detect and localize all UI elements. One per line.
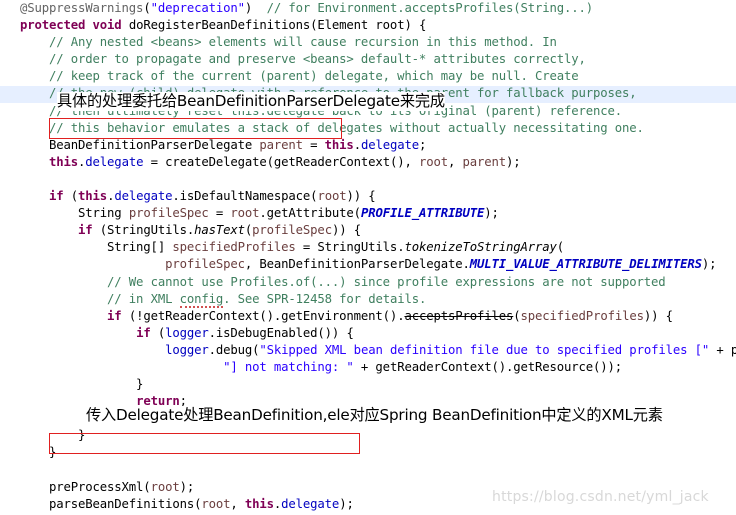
token-static-method: tokenizeToStringArray xyxy=(404,240,557,255)
code-line[interactable]: // We cannot use Profiles.of(...) since … xyxy=(0,274,736,291)
code-line[interactable]: } xyxy=(0,376,736,393)
code-editor-viewport[interactable]: @SuppressWarnings("deprecation") // for … xyxy=(0,0,736,515)
code-line[interactable]: } xyxy=(0,427,736,444)
code-line[interactable]: BeanDefinitionParserDelegate parent = th… xyxy=(0,137,736,154)
token-comment: // We cannot use Profiles.of(...) since … xyxy=(107,274,666,289)
code-line[interactable]: if (StringUtils.hasText(profileSpec)) { xyxy=(0,222,736,239)
code-line[interactable]: logger.debug("Skipped XML bean definitio… xyxy=(0,342,736,359)
code-line[interactable]: this.delegate = createDelegate(getReader… xyxy=(0,154,736,171)
token-comment: // order to propagate and preserve <bean… xyxy=(49,52,586,67)
code-line[interactable]: } xyxy=(0,444,736,461)
token-string: "Skipped XML bean definition file due to… xyxy=(259,342,710,357)
code-line[interactable]: // order to propagate and preserve <bean… xyxy=(0,51,736,68)
token-comment: // this behavior emulates a stack of del… xyxy=(49,120,644,135)
token-comment: // in XML config. See SPR-12458 for deta… xyxy=(107,291,427,308)
code-line[interactable]: // this behavior emulates a stack of del… xyxy=(0,120,736,137)
code-line[interactable]: // keep track of the current (parent) de… xyxy=(0,68,736,85)
code-line[interactable]: profileSpec, BeanDefinitionParserDelegat… xyxy=(0,256,736,273)
token-field: logger xyxy=(165,325,209,340)
code-line[interactable] xyxy=(0,171,736,188)
code-line[interactable]: if (!getReaderContext().getEnvironment()… xyxy=(0,308,736,325)
token-field: delegate xyxy=(281,496,340,511)
code-line[interactable]: // Any nested <beans> elements will caus… xyxy=(0,34,736,51)
token-comment: // keep track of the current (parent) de… xyxy=(49,69,579,84)
spellcheck-underline: config xyxy=(179,291,224,308)
code-line[interactable]: if (this.delegate.isDefaultNamespace(roo… xyxy=(0,188,736,205)
code-line[interactable]: "] not matching: " + getReaderContext().… xyxy=(0,359,736,376)
token-static-field: MULTI_VALUE_ATTRIBUTE_DELIMITERS xyxy=(469,257,702,272)
token-static-field: PROFILE_ATTRIBUTE xyxy=(360,206,485,221)
annotation-note-parse: 传入Delegate处理BeanDefinition,ele对应Spring B… xyxy=(86,406,663,425)
code-line[interactable]: @SuppressWarnings("deprecation") // for … xyxy=(0,0,736,17)
code-line[interactable]: String profileSpec = root.getAttribute(P… xyxy=(0,205,736,222)
watermark-url: https://blog.csdn.net/yml_jack xyxy=(492,489,709,505)
token-field: delegate xyxy=(85,154,144,169)
token-string: "] not matching: " xyxy=(223,359,354,374)
code-line[interactable] xyxy=(0,462,736,479)
code-line[interactable]: String[] specifiedProfiles = StringUtils… xyxy=(0,239,736,256)
token-field: delegate xyxy=(360,137,419,152)
token-deprecated-method: acceptsProfiles xyxy=(404,308,514,323)
code-line[interactable]: if (logger.isDebugEnabled()) { xyxy=(0,325,736,342)
token-field: delegate xyxy=(114,189,173,204)
token-comment: // for Environment.acceptsProfiles(Strin… xyxy=(266,1,594,15)
code-lines-container[interactable]: @SuppressWarnings("deprecation") // for … xyxy=(0,0,736,515)
token-comment: // Any nested <beans> elements will caus… xyxy=(49,35,557,50)
code-line[interactable]: // in XML config. See SPR-12458 for deta… xyxy=(0,291,736,308)
token-field: logger xyxy=(165,342,209,357)
token-annotation: @SuppressWarnings xyxy=(20,1,144,15)
code-line[interactable]: protected void doRegisterBeanDefinitions… xyxy=(0,17,736,34)
token-string: "deprecation" xyxy=(150,1,245,15)
annotation-note-delegate: 具体的处理委托给BeanDefinitionParserDelegate来完成 xyxy=(57,92,445,111)
token-static-method: hasText xyxy=(194,223,245,238)
